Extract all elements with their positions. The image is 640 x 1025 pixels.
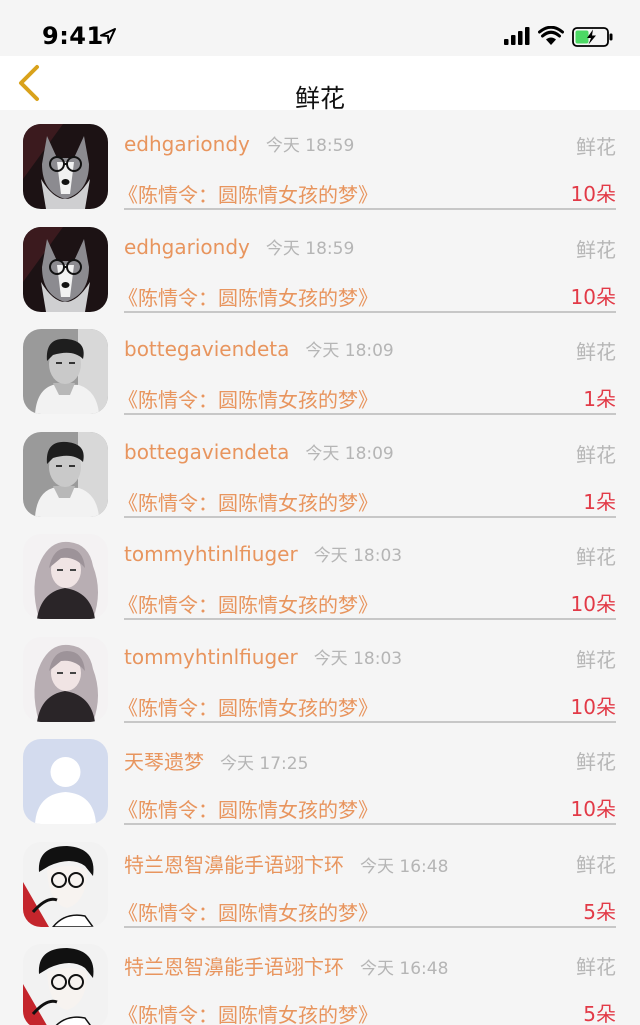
gift-count: 10朵 [570, 797, 616, 821]
gift-count: 1朵 [583, 387, 616, 411]
row-divider [124, 515, 616, 518]
cellular-signal-icon [504, 27, 530, 45]
gift-type-label: 鲜花 [576, 647, 616, 672]
row-divider [124, 208, 616, 210]
avatar[interactable] [23, 739, 108, 824]
avatar[interactable] [23, 226, 108, 312]
list-item[interactable]: edhgariondy 今天 18:59 鲜花 《陈情令：圆陈情女孩的梦》 10朵 [0, 215, 640, 318]
user-name[interactable]: tommyhtinlfiuger [124, 542, 298, 566]
row-divider [124, 618, 616, 620]
gift-type-label: 鲜花 [576, 442, 616, 467]
gift-count: 5朵 [583, 1002, 616, 1025]
user-name[interactable]: bottegaviendeta [124, 337, 289, 361]
status-bar: 9:41 [0, 0, 640, 56]
navigation-bar: 鲜花 [0, 56, 640, 113]
gift-count: 1朵 [583, 489, 616, 514]
status-time: 9:41 [42, 22, 104, 50]
gift-type-label: 鲜花 [576, 750, 616, 774]
gift-count: 10朵 [570, 592, 616, 616]
gift-type-label: 鲜花 [576, 545, 616, 569]
book-title-link[interactable]: 《陈情令：圆陈情女孩的梦》 [118, 282, 378, 311]
avatar[interactable] [23, 329, 108, 414]
row-divider [124, 925, 616, 928]
user-name[interactable]: tommyhtinlfiuger [124, 645, 298, 669]
gift-type-label: 鲜花 [576, 237, 616, 262]
gift-count: 10朵 [570, 284, 616, 309]
wifi-icon [538, 26, 564, 45]
list-item[interactable]: 天琴遗梦 今天 17:25 鲜花 《陈情令：圆陈情女孩的梦》 10朵 [0, 727, 640, 830]
user-name[interactable]: 天琴遗梦 [124, 750, 204, 774]
timestamp: 今天 16:48 [360, 856, 449, 877]
book-title-link[interactable]: 《陈情令：圆陈情女孩的梦》 [118, 999, 378, 1025]
avatar[interactable] [23, 944, 108, 1025]
row-divider [124, 413, 616, 415]
gift-count: 10朵 [570, 182, 616, 206]
timestamp: 今天 16:48 [360, 959, 449, 979]
row-divider [124, 720, 616, 723]
book-title-link[interactable]: 《陈情令：圆陈情女孩的梦》 [118, 179, 378, 208]
avatar[interactable] [23, 431, 108, 517]
user-name[interactable]: 特兰恩智濞能手语翊卞环 [124, 853, 344, 877]
gift-type-label: 鲜花 [576, 135, 616, 159]
gift-count: 5朵 [583, 899, 616, 924]
list-item[interactable]: 特兰恩智濞能手语翊卞环 今天 16:48 鲜花 《陈情令：圆陈情女孩的梦》 5朵 [0, 830, 640, 933]
list-item[interactable]: tommyhtinlfiuger 今天 18:03 鲜花 《陈情令：圆陈情女孩的梦… [0, 522, 640, 625]
location-arrow-icon [100, 28, 116, 44]
timestamp: 今天 17:25 [220, 754, 309, 774]
row-divider [124, 310, 616, 313]
book-title-link[interactable]: 《陈情令：圆陈情女孩的梦》 [118, 897, 378, 926]
timestamp: 今天 18:09 [305, 443, 394, 464]
gift-count: 10朵 [570, 694, 616, 719]
avatar[interactable] [23, 636, 108, 722]
book-title-link[interactable]: 《陈情令：圆陈情女孩的梦》 [118, 487, 378, 516]
timestamp: 今天 18:03 [313, 648, 403, 669]
user-name[interactable]: bottegaviendeta [124, 440, 289, 464]
book-title-link[interactable]: 《陈情令：圆陈情女孩的梦》 [118, 589, 378, 618]
avatar[interactable] [23, 841, 108, 927]
user-name[interactable]: edhgariondy [124, 132, 250, 156]
list-item[interactable]: bottegaviendeta 今天 18:09 鲜花 《陈情令：圆陈情女孩的梦》… [0, 317, 640, 420]
gift-type-label: 鲜花 [576, 340, 616, 364]
book-title-link[interactable]: 《陈情令：圆陈情女孩的梦》 [118, 692, 378, 721]
user-name[interactable]: edhgariondy [124, 235, 250, 259]
timestamp: 今天 18:09 [305, 341, 394, 361]
list-item[interactable]: tommyhtinlfiuger 今天 18:03 鲜花 《陈情令：圆陈情女孩的梦… [0, 625, 640, 728]
timestamp: 今天 18:03 [313, 546, 403, 566]
book-title-link[interactable]: 《陈情令：圆陈情女孩的梦》 [118, 794, 378, 823]
timestamp: 今天 18:59 [265, 136, 355, 156]
gift-type-label: 鲜花 [576, 852, 616, 877]
battery-charging-icon [572, 27, 613, 47]
book-title-link[interactable]: 《陈情令：圆陈情女孩的梦》 [118, 384, 378, 413]
page-title: 鲜花 [294, 84, 345, 113]
avatar[interactable] [23, 124, 108, 209]
timestamp: 今天 18:59 [265, 238, 355, 259]
flower-gift-list: edhgariondy 今天 18:59 鲜花 《陈情令：圆陈情女孩的梦》 10朵… [0, 112, 640, 1025]
list-item[interactable]: edhgariondy 今天 18:59 鲜花 《陈情令：圆陈情女孩的梦》 10朵 [0, 112, 640, 215]
row-divider [124, 823, 616, 825]
list-item[interactable]: 特兰恩智濞能手语翊卞环 今天 16:48 鲜花 《陈情令：圆陈情女孩的梦》 5朵 [0, 932, 640, 1025]
gift-type-label: 鲜花 [576, 955, 616, 979]
list-item[interactable]: bottegaviendeta 今天 18:09 鲜花 《陈情令：圆陈情女孩的梦》… [0, 420, 640, 523]
user-name[interactable]: 特兰恩智濞能手语翊卞环 [124, 955, 344, 979]
avatar[interactable] [23, 534, 108, 619]
